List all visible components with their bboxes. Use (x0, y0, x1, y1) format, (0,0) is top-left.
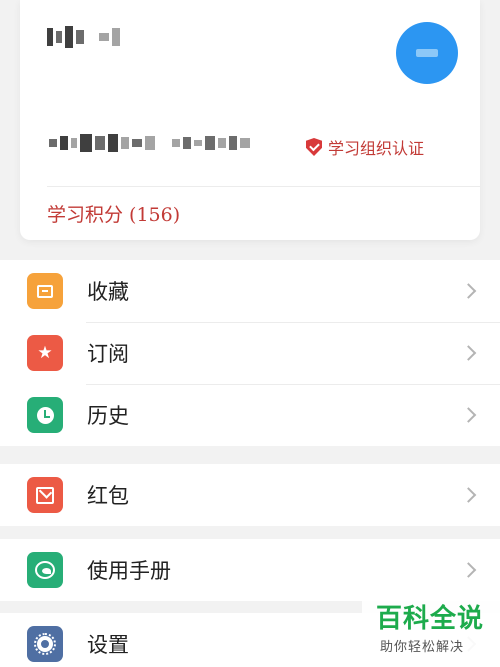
profile-card: 学习组织认证 学习积分 (156) (20, 0, 480, 240)
study-points[interactable]: 学习积分 (156) (47, 200, 180, 227)
menu-item-favorites[interactable]: 收藏 (0, 260, 500, 322)
clock-icon (27, 397, 63, 433)
menu-group-red-envelope: 红包 (0, 464, 500, 526)
star-icon: ★ (27, 335, 63, 371)
chevron-right-icon (460, 345, 477, 361)
watermark: 百科全说 助你轻松解决 (362, 598, 500, 667)
divider (47, 186, 480, 187)
menu-item-red-envelope[interactable]: 红包 (0, 464, 500, 526)
menu-group-manual: 使用手册 (0, 539, 500, 601)
chevron-right-icon (460, 487, 477, 503)
watermark-subtitle: 助你轻松解决 (380, 640, 465, 655)
red-envelope-icon (27, 477, 63, 513)
menu-item-label: 订阅 (87, 342, 129, 366)
menu-item-label: 收藏 (87, 280, 129, 304)
certification-label: 学习组织认证 (328, 139, 425, 158)
organization-certification-badge: 学习组织认证 (306, 136, 424, 158)
watermark-title: 百科全说 (376, 604, 485, 634)
menu-item-subscriptions[interactable]: ★ 订阅 (0, 322, 500, 384)
menu-item-label: 使用手册 (87, 559, 171, 583)
favorites-box-icon (27, 273, 63, 309)
chevron-right-icon (460, 562, 477, 578)
manual-icon (27, 552, 63, 588)
chevron-right-icon (460, 283, 477, 299)
gear-icon (27, 626, 63, 662)
menu-item-label: 设置 (87, 633, 129, 657)
chevron-right-icon (460, 407, 477, 423)
menu-item-user-manual[interactable]: 使用手册 (0, 539, 500, 601)
user-avatar[interactable] (396, 22, 458, 84)
menu-group-content: 收藏 ★ 订阅 历史 (0, 260, 500, 446)
user-organization-redacted (49, 134, 250, 152)
menu-item-history[interactable]: 历史 (0, 384, 500, 446)
verified-shield-icon (306, 138, 322, 156)
user-name-redacted (47, 26, 120, 48)
menu-item-label: 红包 (87, 484, 129, 508)
menu-item-label: 历史 (87, 404, 129, 428)
